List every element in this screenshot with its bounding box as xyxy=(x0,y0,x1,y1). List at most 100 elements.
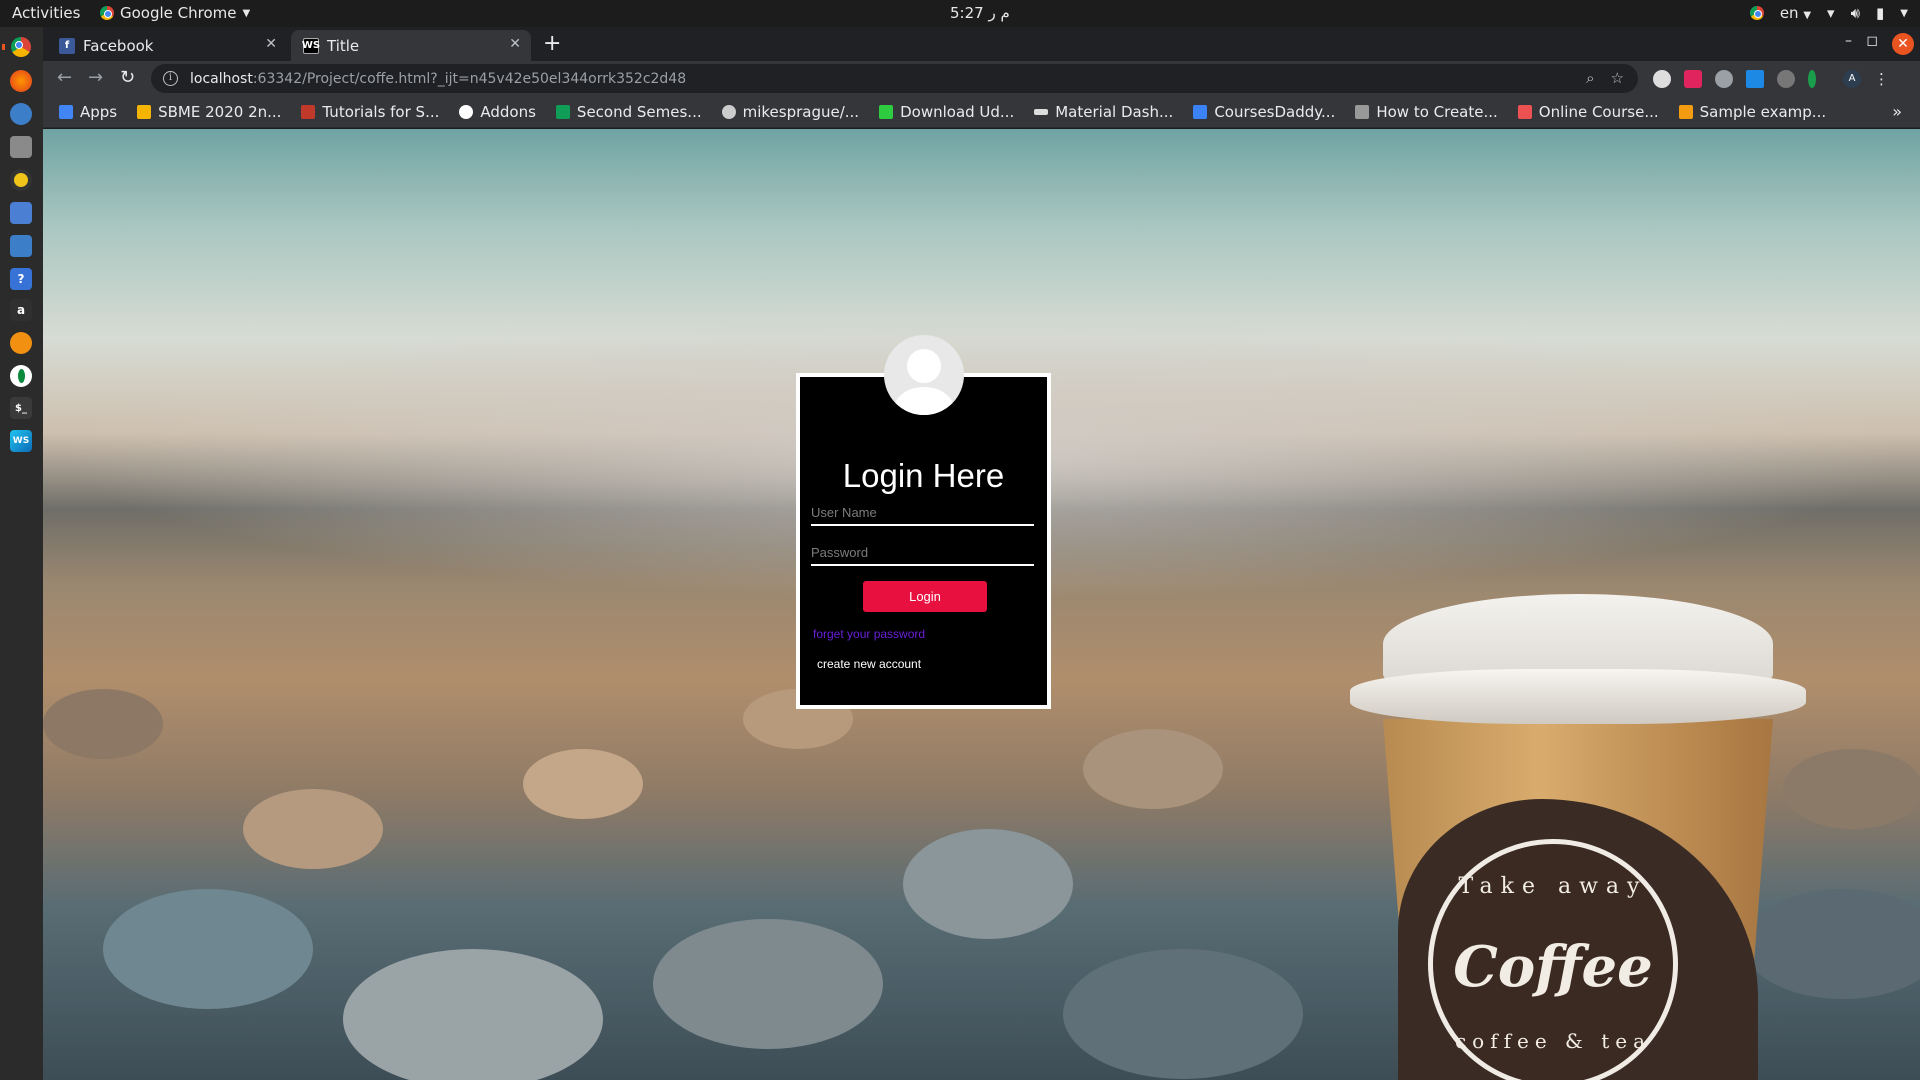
zoom-icon[interactable]: ⌕ xyxy=(1586,69,1594,87)
extension-icon[interactable] xyxy=(1746,70,1764,88)
minimize-button[interactable]: – xyxy=(1845,33,1852,49)
back-button[interactable]: ← xyxy=(57,67,72,88)
drive-icon xyxy=(555,104,570,119)
login-form: Login Here Login forget your password cr… xyxy=(796,373,1051,709)
bookmark-apps[interactable]: Apps xyxy=(59,103,117,121)
bookmark-item[interactable]: Online Course... xyxy=(1517,102,1659,121)
profile-avatar[interactable]: A xyxy=(1843,70,1861,88)
bookmark-item[interactable]: CoursesDaddy... xyxy=(1193,103,1335,121)
login-button[interactable]: Login xyxy=(863,581,987,612)
pebble xyxy=(243,789,383,869)
page-icon xyxy=(1355,104,1370,119)
bookmark-label: Sample examp... xyxy=(1699,102,1827,121)
github-icon xyxy=(721,104,736,119)
url-host: localhost xyxy=(190,70,253,87)
bookmark-item[interactable]: Sample examp... xyxy=(1678,102,1827,121)
chrome-tab-strip: f Facebook ✕ WS Title ✕ + – ◻ ✕ xyxy=(43,27,1920,61)
pebble xyxy=(103,889,313,1009)
chevron-down-icon[interactable]: ▼ xyxy=(1900,8,1908,19)
chrome-indicator-icon[interactable] xyxy=(1749,6,1764,20)
reload-button[interactable]: ↻ xyxy=(120,67,135,88)
bookmark-item[interactable]: SBME 2020 2n... xyxy=(137,103,281,121)
gnome-top-bar: Activities Google Chrome ▼ 5:27 م ر en ▼… xyxy=(0,0,1920,27)
window-close-button[interactable]: ✕ xyxy=(1892,33,1914,55)
dock-help[interactable]: ? xyxy=(10,268,32,290)
drive-icon xyxy=(137,104,152,119)
logo-line-1: Take away xyxy=(1458,874,1648,899)
bookmarks-bar: Apps SBME 2020 2n... Tutorials for S... … xyxy=(43,96,1920,128)
bookmark-label: Material Dash... xyxy=(1055,102,1174,121)
logo-line-2: Coffee xyxy=(1453,934,1653,1000)
activities-button[interactable]: Activities xyxy=(12,4,80,22)
tab-title[interactable]: WS Title ✕ xyxy=(291,30,531,61)
bookmark-item[interactable]: Second Semes... xyxy=(555,103,702,121)
username-field[interactable] xyxy=(811,500,1034,526)
bookmark-item[interactable]: Tutorials for S... xyxy=(301,103,439,121)
extension-icon[interactable] xyxy=(1808,70,1816,88)
language-indicator[interactable]: en ▼ xyxy=(1780,4,1811,22)
dock-software[interactable] xyxy=(10,235,32,257)
react-devtools-icon[interactable] xyxy=(1653,70,1671,88)
pebble xyxy=(1083,729,1223,809)
forgot-password-link[interactable]: forget your password xyxy=(813,627,925,641)
app-menu-label: Google Chrome xyxy=(120,4,237,22)
bookmark-item[interactable]: Download Ud... xyxy=(879,103,1014,121)
chrome-toolbar: ← → ↻ i localhost:63342/Project/coffe.ht… xyxy=(43,61,1920,96)
ubuntu-dock: ? a $_ WS ⋮⋮⋮ xyxy=(0,27,63,1080)
system-tray[interactable]: en ▼ ▾ 🔊︎ ▮ ▼ xyxy=(1749,4,1908,22)
extension-icon[interactable] xyxy=(1715,70,1733,88)
close-icon[interactable]: ✕ xyxy=(265,36,277,52)
avatar-shoulders xyxy=(894,387,954,415)
pebble xyxy=(653,919,883,1049)
bookmark-item[interactable]: How to Create... xyxy=(1355,102,1498,121)
leaf-icon xyxy=(17,369,25,383)
maximize-button[interactable]: ◻ xyxy=(1866,33,1878,49)
bookmark-item[interactable]: Addons xyxy=(459,103,536,121)
extensions-area: A ⋮ xyxy=(1653,70,1889,88)
battery-icon[interactable]: ▮ xyxy=(1876,4,1884,22)
dock-webstorm[interactable]: WS xyxy=(10,430,32,452)
pebble xyxy=(523,749,643,819)
dock-chrome[interactable] xyxy=(2,36,32,58)
coffee-logo: Take away Coffee coffee & tea xyxy=(1428,839,1678,1080)
dock-app[interactable] xyxy=(10,365,32,387)
password-field[interactable] xyxy=(811,540,1034,566)
tab-title: Title xyxy=(327,36,360,55)
create-account-link[interactable]: create new account xyxy=(817,657,921,671)
clock[interactable]: 5:27 م ر xyxy=(950,4,1010,22)
forward-button[interactable]: → xyxy=(88,67,103,88)
star-icon[interactable]: ☆ xyxy=(1611,69,1624,87)
tab-facebook[interactable]: f Facebook ✕ xyxy=(47,30,287,61)
facebook-icon: f xyxy=(59,37,75,54)
app-menu[interactable]: Google Chrome ▼ xyxy=(100,4,250,22)
bookmark-label: Online Course... xyxy=(1538,102,1659,121)
chrome-icon xyxy=(11,37,31,57)
volume-icon[interactable]: 🔊︎ xyxy=(1851,4,1860,22)
chrome-icon xyxy=(100,6,114,20)
bookmark-item[interactable]: Material Dash... xyxy=(1034,103,1173,121)
dock-postman[interactable] xyxy=(10,332,32,354)
pocket-icon[interactable] xyxy=(1684,70,1702,88)
bookmark-label: How to Create... xyxy=(1376,102,1498,121)
dock-thunderbird[interactable] xyxy=(10,103,32,125)
dock-terminal[interactable]: $_ xyxy=(10,397,32,419)
extension-icon[interactable] xyxy=(1777,70,1795,88)
dock-rhythmbox[interactable] xyxy=(10,169,32,191)
close-icon[interactable]: ✕ xyxy=(509,36,521,52)
wifi-icon[interactable]: ▾ xyxy=(1827,4,1835,22)
bookmark-label: Tutorials for S... xyxy=(322,102,440,121)
address-bar[interactable]: i localhost:63342/Project/coffe.html?_ij… xyxy=(151,64,1638,93)
terminal-icon: $_ xyxy=(15,402,27,414)
info-icon[interactable]: i xyxy=(163,71,178,86)
dock-files[interactable] xyxy=(10,136,32,158)
more-vert-icon[interactable]: ⋮ xyxy=(1874,70,1889,88)
dock-writer[interactable] xyxy=(10,202,32,224)
bookmark-item[interactable]: mikesprague/... xyxy=(721,103,859,121)
dock-firefox[interactable] xyxy=(10,70,32,92)
login-title: Login Here xyxy=(842,457,1005,494)
bookmark-label: Apps xyxy=(80,102,118,121)
new-tab-button[interactable]: + xyxy=(543,31,561,56)
person-icon xyxy=(1678,104,1693,119)
dock-amazon[interactable]: a xyxy=(10,299,32,321)
bookmarks-overflow-icon[interactable]: » xyxy=(1892,102,1902,121)
